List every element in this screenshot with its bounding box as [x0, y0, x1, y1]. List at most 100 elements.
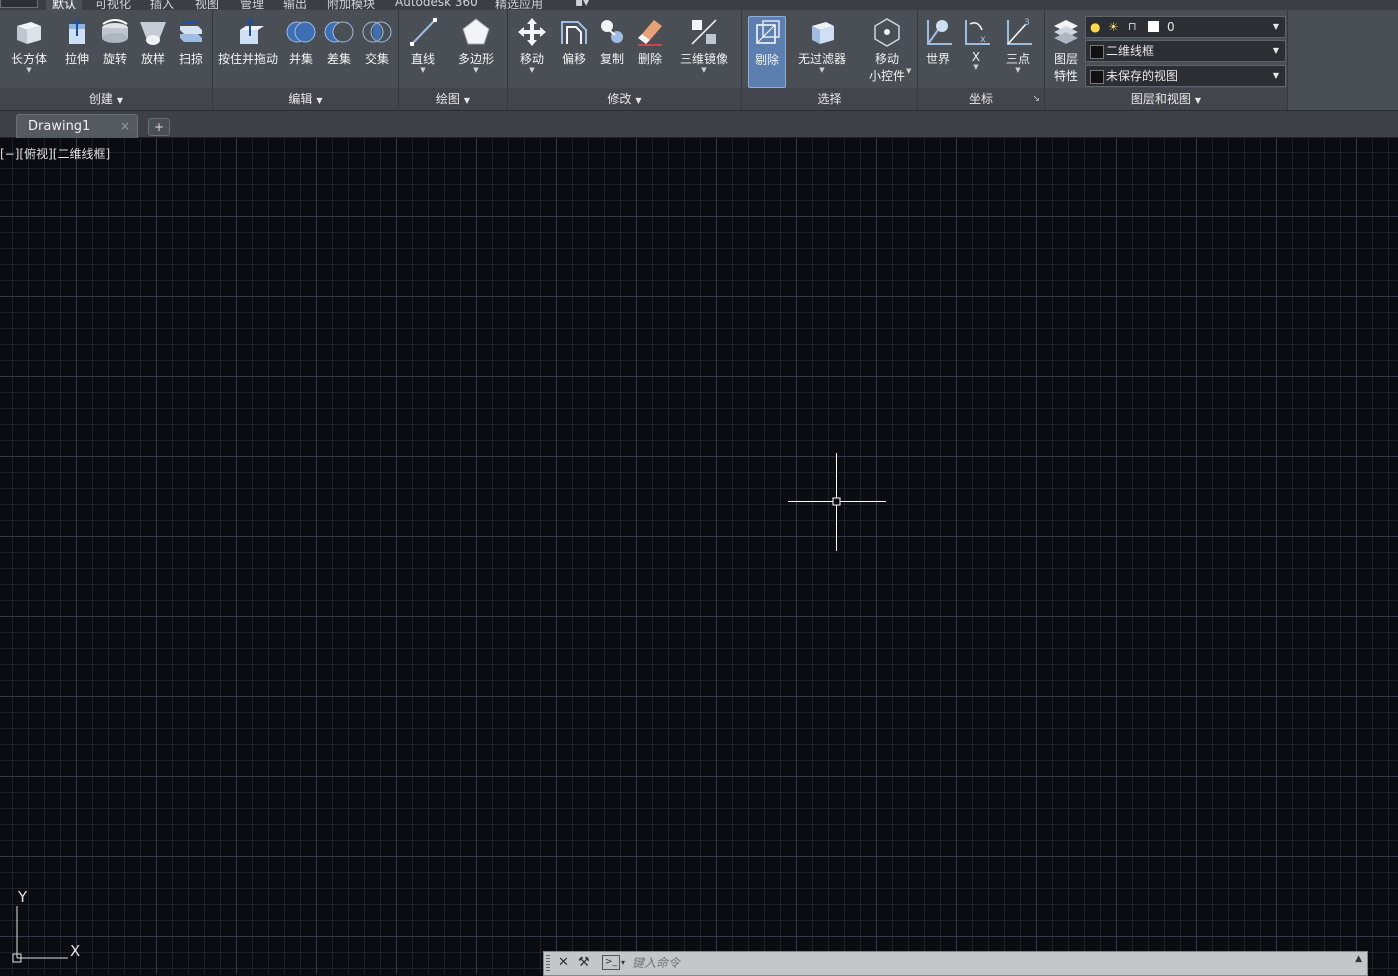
culling-button[interactable]: 剔除	[748, 16, 786, 88]
sweep-icon	[180, 21, 202, 42]
chevron-down-icon: ▼	[420, 66, 426, 74]
sun-icon: ☀	[1108, 20, 1119, 34]
layer-properties-button[interactable]: 图层 特性	[1046, 16, 1086, 84]
chevron-down-icon[interactable]: ▾	[621, 958, 625, 967]
wrench-icon[interactable]: ⚒	[578, 955, 590, 970]
ribbon-tab-visualize[interactable]: 可视化	[95, 0, 131, 10]
sweep-button[interactable]: 扫掠	[171, 16, 211, 67]
subtract-label: 差集	[326, 52, 351, 66]
box-button[interactable]: 长方体 ▼	[9, 16, 49, 74]
chevron-down-icon: ▼	[529, 66, 535, 74]
named-view-dropdown[interactable]: 未保存的视图 ▼	[1085, 65, 1286, 87]
polygon-button[interactable]: 多边形 ▼	[451, 16, 501, 74]
panel-title-create[interactable]: 创建 ▼	[0, 88, 212, 110]
ucs-icon: Y X	[12, 888, 80, 963]
panel-edit: 按住并拖动 并集 差集 交集 编辑 ▼	[213, 10, 399, 110]
close-icon[interactable]: ×	[120, 115, 130, 138]
no-filter-dropdown[interactable]: 无过滤器 ▼	[794, 16, 850, 74]
panel-title-selection-label: 选择	[817, 92, 842, 106]
panel-title-layers-views-label: 图层和视图	[1130, 92, 1191, 106]
ribbon-tab-output[interactable]: 输出	[283, 0, 307, 10]
intersect-button[interactable]: 交集	[357, 16, 397, 67]
mirror3d-button[interactable]: 三维镜像 ▼	[676, 16, 732, 74]
chevron-down-icon: ▼	[973, 63, 979, 71]
sweep-label: 扫掠	[178, 52, 203, 66]
move-button[interactable]: 移动 ▼	[512, 16, 552, 74]
revolve-label: 旋转	[102, 52, 127, 66]
mirror3d-label: 三维镜像	[679, 52, 728, 66]
extrude-button[interactable]: 拉伸	[57, 16, 97, 67]
line-button[interactable]: 直线 ▼	[403, 16, 443, 74]
ribbon-tab-manage[interactable]: 管理	[240, 0, 264, 10]
ribbon-tab-default[interactable]: 默认	[46, 0, 83, 10]
loft-label: 放样	[140, 52, 165, 66]
revolve-button[interactable]: 旋转	[95, 16, 135, 67]
subtract-button[interactable]: 差集	[319, 16, 359, 67]
visual-style-dropdown[interactable]: 二维线框 ▼	[1085, 40, 1286, 62]
revolve-icon	[102, 19, 128, 43]
drawing-canvas[interactable]: [−][俯视][二维线框] Y X	[0, 138, 1398, 974]
erase-button[interactable]: 删除	[630, 16, 670, 67]
extrude-label: 拉伸	[64, 52, 89, 66]
layer-label: 图层	[1053, 52, 1078, 66]
three-point-label: 三点	[1005, 52, 1030, 66]
new-tab-button[interactable]: +	[148, 118, 170, 136]
box-label: 长方体	[10, 52, 47, 66]
copy-button[interactable]: 复制	[592, 16, 632, 67]
presspull-button[interactable]: 按住并拖动	[217, 16, 279, 67]
panel-title-selection: 选择	[742, 88, 917, 110]
chevron-down-icon: ▼	[1272, 46, 1279, 55]
command-line: ✕ ⚒ >_ ▾ ▲	[543, 951, 1368, 976]
close-icon[interactable]: ✕	[558, 955, 569, 970]
lock-icon: ⊓	[1128, 20, 1137, 33]
panel-title-modify-label: 修改	[607, 92, 632, 106]
layer-name: 0	[1167, 20, 1175, 34]
chevron-down-icon: ▼	[1194, 96, 1202, 105]
command-input[interactable]	[632, 953, 1332, 973]
ucs-y-label: Y	[17, 888, 28, 906]
chevron-up-icon[interactable]: ▲	[1355, 954, 1362, 964]
ribbon-tab-insert[interactable]: 插入	[150, 0, 174, 10]
box-icon	[17, 22, 41, 44]
move-gizmo-dropdown[interactable]: 移动 小控件	[864, 16, 910, 84]
chevron-down-icon: ▼	[473, 66, 479, 74]
culling-icon	[756, 20, 780, 44]
loft-icon	[140, 22, 166, 45]
world-label: 世界	[925, 52, 950, 66]
extrude-icon	[69, 18, 85, 44]
chevron-down-icon: ▼	[906, 67, 912, 75]
panel-title-layers-views[interactable]: 图层和视图 ▼	[1045, 88, 1287, 110]
viewport-controls-label[interactable]: [−][俯视][二维线框]	[0, 145, 110, 162]
world-ucs-button[interactable]: 世界	[918, 16, 958, 67]
crosshair-cursor-icon	[788, 453, 886, 551]
ribbon-tab-view[interactable]: 视图	[195, 0, 219, 10]
chevron-down-icon: ▼	[1015, 66, 1021, 74]
three-point-ucs-button[interactable]: 3 三点 ▼	[998, 16, 1038, 74]
properties-label: 特性	[1053, 69, 1078, 83]
chevron-down-icon: ▼	[1272, 22, 1279, 31]
mirror3d-icon	[691, 19, 717, 45]
panel-title-edit[interactable]: 编辑 ▼	[213, 88, 398, 110]
drag-handle-icon[interactable]	[546, 955, 550, 972]
chevron-down-icon: ▼	[1272, 71, 1279, 80]
document-tab-drawing1[interactable]: Drawing1 ×	[16, 114, 138, 138]
command-prompt-icon[interactable]: >_	[602, 955, 621, 970]
union-button[interactable]: 并集	[281, 16, 321, 67]
offset-button[interactable]: 偏移	[554, 16, 594, 67]
loft-button[interactable]: 放样	[133, 16, 173, 67]
color-swatch	[1148, 21, 1159, 32]
ribbon-tab-featured-apps[interactable]: 精选应用	[495, 0, 543, 10]
dialog-launcher-icon[interactable]: ↘	[1032, 94, 1040, 104]
intersect-icon	[362, 21, 392, 43]
panel-draw: 直线 ▼ 多边形 ▼ 绘图 ▼	[399, 10, 508, 110]
x-ucs-button[interactable]: x X ▼	[956, 16, 996, 71]
ribbon-tab-addins[interactable]: 附加模块	[327, 0, 375, 10]
ribbon-options-icon[interactable]: ▪▾	[575, 0, 589, 9]
panel-title-modify[interactable]: 修改 ▼	[508, 88, 741, 110]
ribbon-tab-autodesk360[interactable]: Autodesk 360	[395, 0, 478, 9]
named-view-value: 未保存的视图	[1106, 69, 1179, 83]
gizmo-icon	[874, 18, 900, 47]
application-menu-button[interactable]	[0, 0, 38, 8]
panel-title-draw[interactable]: 绘图 ▼	[399, 88, 507, 110]
layer-dropdown[interactable]: ● ☀ ⊓ 0 ▼	[1085, 16, 1286, 38]
